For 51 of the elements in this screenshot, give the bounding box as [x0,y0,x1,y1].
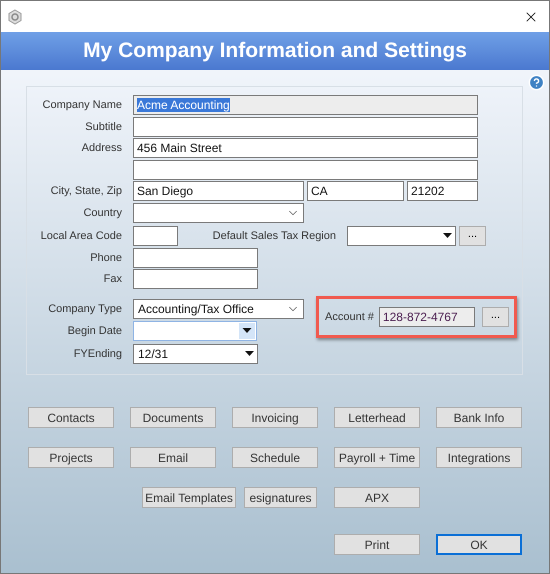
browse-button[interactable]: ... [482,306,509,326]
caret-icon [245,350,254,357]
nav-button[interactable]: APX [334,487,420,508]
nav-button[interactable]: Letterhead [334,407,420,428]
field-label: Local Area Code [40,230,122,242]
action-button[interactable]: OK [436,534,522,555]
app-logo-icon [7,8,23,24]
field-label: Fax [102,273,122,286]
nav-button[interactable]: Projects [28,447,114,468]
nav-button[interactable]: Bank Info [436,407,522,428]
field-label: FYEnding [72,348,122,360]
text-field[interactable] [133,226,178,246]
text-field[interactable]: 21202 [407,181,478,202]
dropdown[interactable] [347,226,456,246]
nav-button[interactable]: esignatures [244,487,317,508]
field-label: Begin Date [66,325,122,338]
field-label: Default Sales Tax Region [212,230,336,242]
field-label: Subtitle [84,120,122,133]
nav-button[interactable]: Documents [130,407,216,428]
browse-button[interactable]: ... [459,226,486,246]
field-label: Company Type [47,302,122,315]
text-field[interactable]: Acme Accounting [133,95,478,116]
text-field[interactable] [133,269,258,290]
nav-button[interactable]: Invoicing [232,407,318,428]
text-field[interactable]: San Diego [133,181,304,202]
field-label: Address [80,142,122,154]
field-label: Account # [325,310,374,322]
text-field[interactable]: 456 Main Street [133,138,478,158]
field-label: City, State, Zip [50,185,122,198]
text-field[interactable] [133,248,258,268]
text-field[interactable]: CA [307,181,404,202]
field-label: Phone [89,252,122,264]
nav-button[interactable]: Payroll + Time [334,447,420,468]
nav-button[interactable]: Contacts [28,407,114,428]
dropdown[interactable] [133,202,304,223]
nav-button[interactable]: Email [130,447,216,468]
text-field[interactable]: 128-872-4767 [378,306,475,326]
help-icon[interactable] [528,74,545,91]
text-field[interactable] [133,160,478,180]
dropdown[interactable]: Accounting/Tax Office [133,298,304,319]
field-label: Company Name [42,99,122,112]
nav-button[interactable]: Email Templates [142,487,236,508]
action-button[interactable]: Print [334,534,420,555]
nav-button[interactable]: Integrations [436,447,522,468]
window-title: My Company Information and Settings [1,32,549,70]
caret-icon [443,233,452,240]
field-label: Country [82,206,122,219]
dropdown[interactable]: 12/31 [133,344,258,364]
nav-button[interactable]: Schedule [232,447,318,468]
caret-icon [239,323,255,340]
text-field[interactable] [133,116,478,137]
